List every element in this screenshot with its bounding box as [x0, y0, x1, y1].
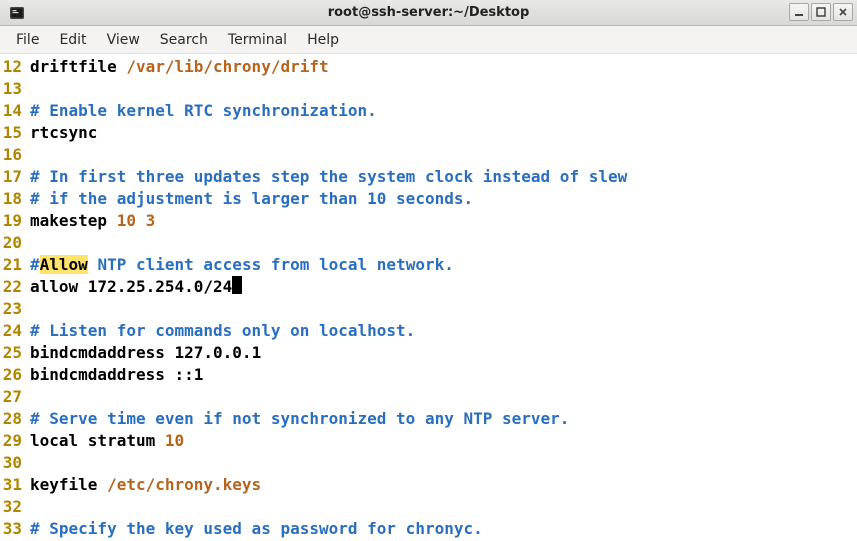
code-content: keyfile /etc/chrony.keys — [30, 474, 857, 496]
line-number: 20 — [0, 232, 30, 254]
code-token: NTP client access from local network. — [88, 255, 454, 274]
line-number: 13 — [0, 78, 30, 100]
code-token: # Serve time even if not synchronized to… — [30, 409, 569, 428]
code-content: bindcmdaddress 127.0.0.1 — [30, 342, 857, 364]
code-token: 127.0.0.1 — [175, 343, 262, 362]
window-titlebar: root@ssh-server:~/Desktop — [0, 0, 857, 26]
code-token: # Enable kernel RTC synchronization. — [30, 101, 377, 120]
line-number: 26 — [0, 364, 30, 386]
line-number: 32 — [0, 496, 30, 518]
code-line: 21#Allow NTP client access from local ne… — [0, 254, 857, 276]
code-line: 30 — [0, 452, 857, 474]
code-content: # Specify the key used as password for c… — [30, 518, 857, 540]
code-line: 25bindcmdaddress 127.0.0.1 — [0, 342, 857, 364]
code-token: local stratum — [30, 431, 165, 450]
code-line: 12driftfile /var/lib/chrony/drift — [0, 56, 857, 78]
code-line: 29local stratum 10 — [0, 430, 857, 452]
line-number: 24 — [0, 320, 30, 342]
menu-help[interactable]: Help — [297, 28, 349, 52]
code-content: allow 172.25.254.0/24 — [30, 276, 857, 298]
code-content: bindcmdaddress ::1 — [30, 364, 857, 386]
code-token: 10 3 — [117, 211, 156, 230]
code-line: 14# Enable kernel RTC synchronization. — [0, 100, 857, 122]
code-line: 31keyfile /etc/chrony.keys — [0, 474, 857, 496]
line-number: 18 — [0, 188, 30, 210]
code-token: # — [30, 255, 40, 274]
code-line: 20 — [0, 232, 857, 254]
menu-view[interactable]: View — [97, 28, 150, 52]
line-number: 27 — [0, 386, 30, 408]
code-token: # if the adjustment is larger than 10 se… — [30, 189, 473, 208]
line-number: 21 — [0, 254, 30, 276]
code-token: 172.25.254.0/24 — [88, 277, 233, 296]
line-number: 22 — [0, 276, 30, 298]
menu-file[interactable]: File — [6, 28, 49, 52]
code-token: 10 — [165, 431, 184, 450]
minimize-button[interactable] — [789, 3, 809, 21]
code-line: 22allow 172.25.254.0/24 — [0, 276, 857, 298]
code-token: ::1 — [175, 365, 204, 384]
code-token: # Listen for commands only on localhost. — [30, 321, 415, 340]
search-highlight: Allow — [40, 255, 88, 274]
line-number: 15 — [0, 122, 30, 144]
line-number: 19 — [0, 210, 30, 232]
code-line: 24# Listen for commands only on localhos… — [0, 320, 857, 342]
code-line: 28# Serve time even if not synchronized … — [0, 408, 857, 430]
code-token: # In first three updates step the system… — [30, 167, 627, 186]
code-token: makestep — [30, 211, 117, 230]
menu-search[interactable]: Search — [150, 28, 218, 52]
code-content: # In first three updates step the system… — [30, 166, 857, 188]
menu-terminal[interactable]: Terminal — [218, 28, 297, 52]
code-content: rtcsync — [30, 122, 857, 144]
menu-edit[interactable]: Edit — [49, 28, 96, 52]
code-content: # Listen for commands only on localhost. — [30, 320, 857, 342]
window-title: root@ssh-server:~/Desktop — [0, 5, 857, 20]
line-number: 33 — [0, 518, 30, 540]
code-content: makestep 10 3 — [30, 210, 857, 232]
menubar: File Edit View Search Terminal Help — [0, 26, 857, 54]
code-content: #Allow NTP client access from local netw… — [30, 254, 857, 276]
app-icon — [6, 2, 28, 24]
code-token: rtcsync — [30, 123, 97, 142]
code-line: 18# if the adjustment is larger than 10 … — [0, 188, 857, 210]
code-line: 23 — [0, 298, 857, 320]
code-token: /var/lib/chrony/drift — [126, 57, 328, 76]
line-number: 28 — [0, 408, 30, 430]
line-number: 30 — [0, 452, 30, 474]
maximize-button[interactable] — [811, 3, 831, 21]
text-cursor — [232, 276, 242, 294]
code-token: bindcmdaddress — [30, 365, 175, 384]
line-number: 25 — [0, 342, 30, 364]
code-line: 27 — [0, 386, 857, 408]
code-token: driftfile — [30, 57, 126, 76]
code-content: # Serve time even if not synchronized to… — [30, 408, 857, 430]
editor-area[interactable]: 12driftfile /var/lib/chrony/drift1314# E… — [0, 54, 857, 540]
code-token: /etc/chrony.keys — [107, 475, 261, 494]
code-token: # Specify the key used as password for c… — [30, 519, 483, 538]
code-line: 13 — [0, 78, 857, 100]
code-content: driftfile /var/lib/chrony/drift — [30, 56, 857, 78]
line-number: 31 — [0, 474, 30, 496]
line-number: 16 — [0, 144, 30, 166]
line-number: 14 — [0, 100, 30, 122]
code-line: 32 — [0, 496, 857, 518]
code-line: 15rtcsync — [0, 122, 857, 144]
window-buttons — [789, 3, 853, 21]
line-number: 23 — [0, 298, 30, 320]
code-line: 16 — [0, 144, 857, 166]
code-content: local stratum 10 — [30, 430, 857, 452]
line-number: 12 — [0, 56, 30, 78]
code-line: 33# Specify the key used as password for… — [0, 518, 857, 540]
line-number: 17 — [0, 166, 30, 188]
code-token: bindcmdaddress — [30, 343, 175, 362]
line-number: 29 — [0, 430, 30, 452]
code-line: 17# In first three updates step the syst… — [0, 166, 857, 188]
code-line: 26bindcmdaddress ::1 — [0, 364, 857, 386]
code-content: # if the adjustment is larger than 10 se… — [30, 188, 857, 210]
code-line: 19makestep 10 3 — [0, 210, 857, 232]
code-content: # Enable kernel RTC synchronization. — [30, 100, 857, 122]
code-token: allow — [30, 277, 88, 296]
code-token: keyfile — [30, 475, 107, 494]
close-button[interactable] — [833, 3, 853, 21]
